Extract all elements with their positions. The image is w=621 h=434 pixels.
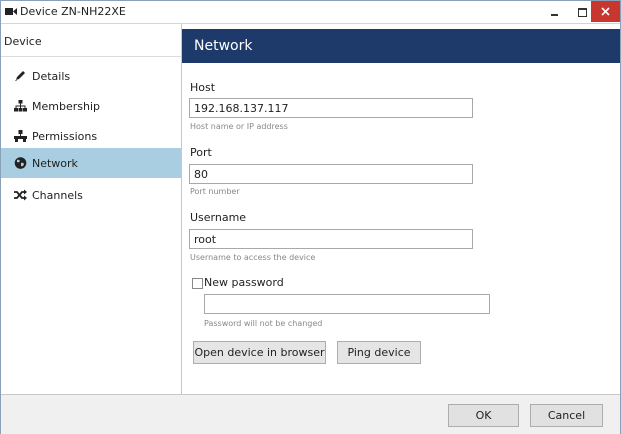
username-hint: Username to access the device [190,253,316,262]
new-password-checkbox[interactable] [192,278,203,289]
host-hint: Host name or IP address [190,122,288,131]
new-password-input[interactable] [204,294,490,314]
username-label: Username [190,211,247,224]
sidebar-item-membership[interactable]: Membership [1,91,181,121]
minimize-icon [551,14,558,16]
camera-icon [5,8,17,15]
window-title: Device ZN-NH22XE [20,5,126,18]
pencil-icon [15,71,25,81]
minimize-button[interactable] [541,1,569,22]
sidebar-item-network[interactable]: Network [1,148,181,178]
sidebar-item-details[interactable]: Details [1,61,181,91]
sidebar-item-label: Membership [32,100,100,113]
sidebar-item-label: Permissions [32,130,98,143]
close-button[interactable] [591,1,620,22]
port-hint: Port number [190,187,240,196]
sidebar-item-label: Channels [32,189,83,202]
maximize-icon [578,8,587,17]
close-icon [601,7,610,16]
sitemap-icon [14,100,27,112]
sidebar-header: Device [1,24,181,57]
main-panel: Network Host Host name or IP address Por… [182,24,620,394]
sidebar-item-permissions[interactable]: Permissions [1,121,181,151]
dialog-footer: OK Cancel [1,394,620,434]
section-header: Network [182,29,620,63]
sidebar: Device Details Membership Permissions Ne… [1,24,182,394]
new-password-label: New password [204,276,284,289]
hierarchy-icon [14,130,27,142]
ok-button[interactable]: OK [448,404,519,427]
host-label: Host [190,81,216,94]
sidebar-title: Device [4,35,42,48]
sidebar-item-label: Details [32,70,71,83]
shuffle-icon [14,189,27,201]
sidebar-item-label: Network [32,157,78,170]
sidebar-item-channels[interactable]: Channels [1,180,181,210]
new-password-hint: Password will not be changed [204,319,323,328]
username-input[interactable] [189,229,473,249]
open-in-browser-button[interactable]: Open device in browser [193,341,326,364]
ping-device-button[interactable]: Ping device [337,341,421,364]
globe-icon [14,157,27,169]
port-label: Port [190,146,212,159]
section-title: Network [194,38,253,54]
port-input[interactable] [189,164,473,184]
host-input[interactable] [189,98,473,118]
cancel-button[interactable]: Cancel [530,404,603,427]
title-bar[interactable]: Device ZN-NH22XE [1,1,620,24]
device-window: Device ZN-NH22XE Device Details Membersh… [0,0,621,434]
